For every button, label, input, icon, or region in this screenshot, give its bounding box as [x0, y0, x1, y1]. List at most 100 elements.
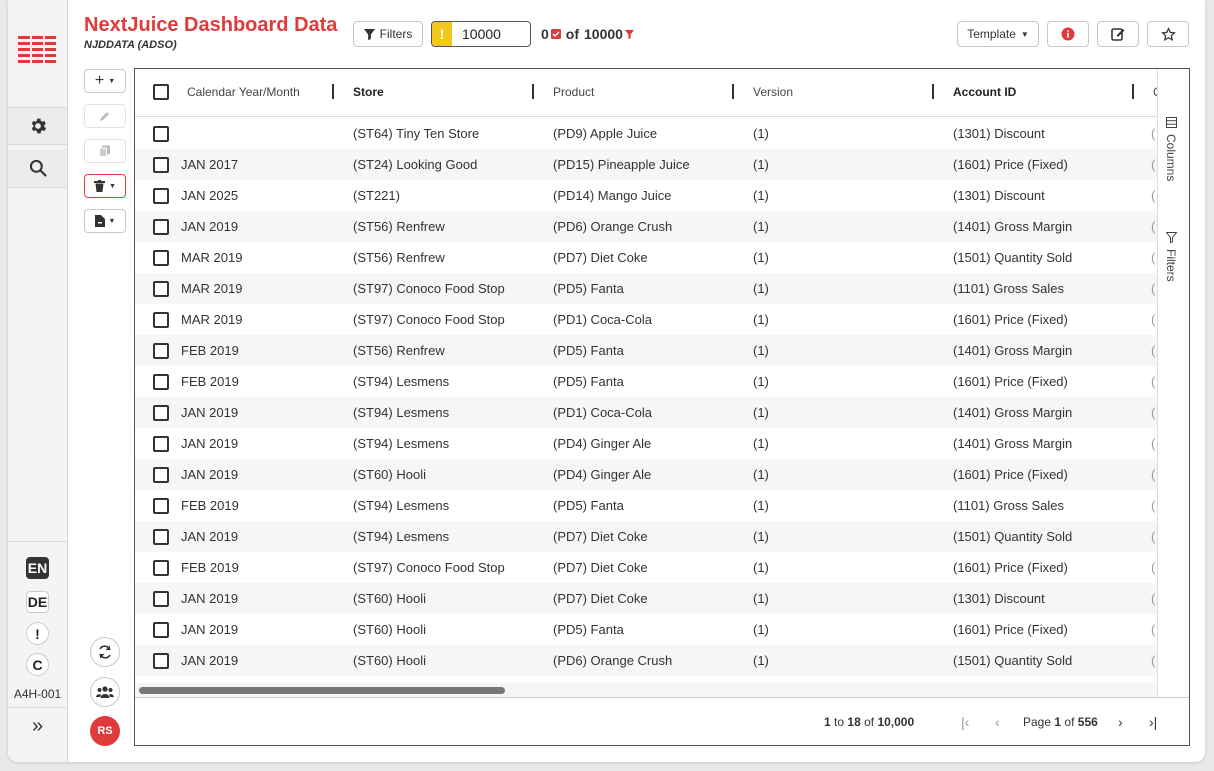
total-count: 10000: [584, 26, 623, 42]
cell-product: (PD5) Fanta: [553, 622, 624, 637]
cell-version: (1): [753, 188, 769, 203]
row-checkbox[interactable]: [153, 343, 169, 359]
user-avatar[interactable]: RS: [90, 716, 120, 746]
table-row[interactable]: FEB 2019 (ST94) Lesmens (PD5) Fanta (1) (160…: [135, 366, 1157, 397]
side-panel: Columns Filters: [1157, 69, 1189, 697]
column-header-version[interactable]: Version: [753, 85, 793, 99]
cell-account-id: (1401) Gross Margin: [953, 219, 1073, 234]
warning-icon[interactable]: !: [26, 622, 49, 645]
filters-tab[interactable]: Filters: [1164, 232, 1178, 282]
row-checkbox[interactable]: [153, 529, 169, 545]
previous-page-icon[interactable]: ‹: [995, 714, 1000, 730]
expand-rail-button[interactable]: »: [8, 707, 67, 745]
c-icon[interactable]: C: [26, 653, 49, 676]
column-resize-handle[interactable]: [1132, 84, 1134, 99]
row-limit-field[interactable]: ! 10000: [431, 21, 531, 47]
cell-overflow-edge: (: [1151, 622, 1156, 637]
cell-product: (PD1) Coca-Cola: [553, 312, 652, 327]
table-row[interactable]: JAN 2017 (ST24) Looking Good (PD15) Pineap…: [135, 149, 1157, 180]
add-button[interactable]: + ▼: [84, 69, 126, 93]
column-header-account-id[interactable]: Account ID: [953, 85, 1016, 99]
last-page-icon[interactable]: ›|: [1149, 714, 1157, 730]
table-row[interactable]: JAN 2019 (ST94) Lesmens (PD7) Diet Coke (1)…: [135, 521, 1157, 552]
app-logo-icon[interactable]: [18, 36, 58, 66]
row-checkbox[interactable]: [153, 374, 169, 390]
table-row[interactable]: JAN 2019 (ST60) Hooli (PD7) Diet Coke (1) (1…: [135, 583, 1157, 614]
columns-icon: [1165, 117, 1177, 128]
row-checkbox[interactable]: [153, 591, 169, 607]
delete-button[interactable]: ▼: [84, 174, 126, 198]
refresh-button[interactable]: [90, 637, 120, 667]
column-header-product[interactable]: Product: [553, 85, 594, 99]
row-checkbox[interactable]: [153, 622, 169, 638]
table-row[interactable]: JAN 2025 (ST221) (PD14) Mango Juice (1) (130…: [135, 180, 1157, 211]
edit-button[interactable]: [1097, 21, 1139, 47]
language-de-button[interactable]: DE: [26, 591, 49, 613]
favorite-button[interactable]: [1147, 21, 1189, 47]
table-row[interactable]: JAN 2019 (ST94) Lesmens (PD1) Coca-Cola (1)…: [135, 397, 1157, 428]
export-button[interactable]: ▼: [84, 209, 126, 233]
page-subtitle: NJDDATA (ADSO): [84, 39, 177, 51]
settings-button[interactable]: [8, 108, 67, 144]
column-resize-handle[interactable]: [532, 84, 534, 99]
cell-overflow-edge: (: [1151, 436, 1156, 451]
horizontal-scrollbar[interactable]: [135, 683, 1157, 697]
cell-calendar: JAN 2019: [181, 436, 239, 451]
table-row[interactable]: JAN 2019 (ST56) Renfrew (PD6) Orange Crush…: [135, 211, 1157, 242]
row-checkbox[interactable]: [153, 157, 169, 173]
column-header-store[interactable]: Store: [353, 85, 384, 99]
table-row[interactable]: MAR 2019 (ST97) Conoco Food Stop (PD1) Coc…: [135, 304, 1157, 335]
row-checkbox[interactable]: [153, 126, 169, 142]
table-row[interactable]: JAN 2019 (ST94) Lesmens (PD4) Ginger Ale (1…: [135, 428, 1157, 459]
grid-header-row: Calendar Year/Month Store Product Versio…: [135, 69, 1157, 117]
search-button[interactable]: [8, 150, 67, 186]
column-resize-handle[interactable]: [332, 84, 334, 99]
pencil-icon: [100, 112, 109, 121]
row-checkbox[interactable]: [153, 560, 169, 576]
table-row[interactable]: FEB 2019 (ST97) Conoco Food Stop (PD7) Die…: [135, 552, 1157, 583]
rail-divider: [8, 541, 67, 542]
column-header-calendar[interactable]: Calendar Year/Month: [187, 85, 300, 99]
table-row[interactable]: MAR 2019 (ST97) Conoco Food Stop (PD5) Fan…: [135, 273, 1157, 304]
range-start: 1: [824, 715, 831, 729]
row-checkbox[interactable]: [153, 250, 169, 266]
column-resize-handle[interactable]: [732, 84, 734, 99]
first-page-icon[interactable]: |‹: [961, 714, 969, 730]
language-en-button[interactable]: EN: [26, 557, 49, 579]
table-row[interactable]: JAN 2019 (ST60) Hooli (PD6) Orange Crush (1…: [135, 645, 1157, 676]
next-page-icon[interactable]: ›: [1118, 714, 1123, 730]
select-all-checkbox[interactable]: [153, 84, 169, 100]
row-checkbox[interactable]: [153, 653, 169, 669]
filters-button[interactable]: Filters: [353, 21, 423, 47]
columns-tab[interactable]: Columns: [1164, 117, 1178, 181]
cell-product: (PD7) Diet Coke: [553, 529, 648, 544]
users-button[interactable]: [90, 677, 120, 707]
cell-store: (ST94) Lesmens: [353, 405, 450, 420]
info-button[interactable]: [1047, 21, 1089, 47]
row-checkbox[interactable]: [153, 219, 169, 235]
cell-calendar: JAN 2019: [181, 591, 239, 606]
template-dropdown[interactable]: Template ▼: [957, 21, 1039, 47]
table-row[interactable]: FEB 2019 (ST94) Lesmens (PD5) Fanta (1) (110…: [135, 490, 1157, 521]
page-indicator: Page 1 of 556: [1023, 715, 1098, 729]
cell-calendar: JAN 2019: [181, 467, 239, 482]
row-checkbox[interactable]: [153, 498, 169, 514]
table-row[interactable]: (ST64) Tiny Ten Store (PD9) Apple Juice (1…: [135, 118, 1157, 149]
row-checkbox[interactable]: [153, 281, 169, 297]
row-checkbox[interactable]: [153, 467, 169, 483]
row-limit-value[interactable]: 10000: [452, 26, 501, 42]
cell-product: (PD1) Coca-Cola: [553, 405, 652, 420]
table-row[interactable]: MAR 2019 (ST56) Renfrew (PD7) Diet Coke (1)…: [135, 242, 1157, 273]
scrollbar-thumb[interactable]: [139, 687, 505, 694]
edit-row-button[interactable]: [84, 104, 126, 128]
column-resize-handle[interactable]: [932, 84, 934, 99]
grid-footer: 1 to 18 of 10,000 |‹ ‹ Page 1 of 556 › ›…: [135, 697, 1189, 745]
row-checkbox[interactable]: [153, 405, 169, 421]
table-row[interactable]: FEB 2019 (ST56) Renfrew (PD5) Fanta (1) (140…: [135, 335, 1157, 366]
row-checkbox[interactable]: [153, 188, 169, 204]
table-row[interactable]: JAN 2019 (ST60) Hooli (PD5) Fanta (1) (1601)…: [135, 614, 1157, 645]
table-row[interactable]: JAN 2019 (ST60) Hooli (PD4) Ginger Ale (1) (…: [135, 459, 1157, 490]
row-checkbox[interactable]: [153, 312, 169, 328]
row-checkbox[interactable]: [153, 436, 169, 452]
copy-button[interactable]: [84, 139, 126, 163]
